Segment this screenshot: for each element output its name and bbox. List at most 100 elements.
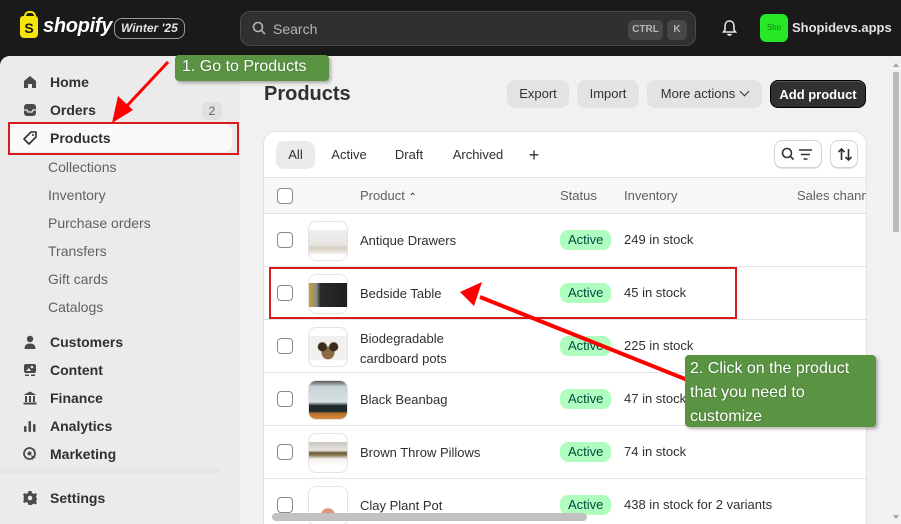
import-button[interactable]: Import bbox=[577, 80, 639, 108]
sidebar-item-finance[interactable]: Finance bbox=[8, 384, 232, 412]
row-checkbox[interactable] bbox=[277, 232, 293, 248]
product-thumbnail bbox=[308, 433, 348, 473]
sidebar-item-marketing[interactable]: Marketing bbox=[8, 440, 232, 468]
sidebar-subitem-catalogs[interactable]: Catalogs bbox=[48, 299, 103, 315]
sidebar-item-label: Customers bbox=[50, 334, 124, 350]
product-name[interactable]: Black Beanbag bbox=[360, 392, 447, 407]
shopify-logo[interactable]: S shopify bbox=[20, 10, 113, 38]
column-header-inventory: Inventory bbox=[624, 188, 678, 203]
select-all-checkbox[interactable] bbox=[277, 188, 293, 204]
content-icon bbox=[24, 364, 36, 376]
sidebar-item-settings[interactable]: Settings bbox=[8, 484, 232, 512]
sort-button[interactable] bbox=[830, 140, 858, 168]
scroll-up-arrow-icon[interactable] bbox=[893, 63, 899, 67]
product-name[interactable]: Antique Drawers bbox=[360, 233, 456, 248]
vertical-scrollbar-thumb[interactable] bbox=[893, 72, 899, 232]
status-badge: Active bbox=[560, 389, 612, 409]
top-bar: S shopify Winter '25 Search CTRL K Sho S… bbox=[0, 0, 901, 56]
sidebar-item-label: Orders bbox=[50, 102, 96, 118]
table-row[interactable]: Brown Throw Pillows Active 74 in stock bbox=[264, 426, 866, 479]
product-name[interactable]: Biodegradable cardboard pots bbox=[360, 329, 447, 369]
inventory-value: 47 in stock bbox=[624, 391, 687, 406]
sidebar-subitem-gift-cards[interactable]: Gift cards bbox=[48, 271, 108, 287]
sidebar-subitem-inventory[interactable]: Inventory bbox=[48, 187, 106, 203]
status-badge: Active bbox=[560, 336, 612, 356]
product-name[interactable]: Clay Plant Pot bbox=[360, 498, 442, 513]
sidebar-item-content[interactable]: Content bbox=[8, 356, 232, 384]
sidebar-item-label: Finance bbox=[50, 390, 103, 406]
shortcut-key-ctrl: CTRL bbox=[628, 20, 663, 40]
edition-badge: Winter '25 bbox=[114, 18, 185, 39]
tab-archived[interactable]: Archived bbox=[444, 141, 512, 169]
home-icon bbox=[24, 76, 36, 88]
status-badge: Active bbox=[560, 495, 612, 515]
column-header-sales-channels: Sales chann bbox=[797, 188, 866, 203]
step-2-callout: 2. Click on the product that you need to… bbox=[685, 355, 876, 427]
add-product-button[interactable]: Add product bbox=[770, 80, 866, 108]
bar-chart-icon bbox=[24, 421, 36, 432]
gear-icon bbox=[23, 491, 37, 505]
sidebar-item-label: Marketing bbox=[50, 446, 117, 462]
tab-draft[interactable]: Draft bbox=[388, 141, 430, 169]
horizontal-scrollbar[interactable] bbox=[272, 513, 587, 521]
store-name[interactable]: Shopidevs.apps bbox=[792, 20, 892, 35]
tab-all[interactable]: All bbox=[276, 141, 315, 169]
shopify-bag-icon: S bbox=[20, 10, 38, 38]
column-header-status: Status bbox=[560, 188, 597, 203]
add-view-button[interactable]: + bbox=[522, 141, 546, 169]
row-checkbox[interactable] bbox=[277, 338, 293, 354]
chevron-down-icon bbox=[739, 86, 750, 97]
orders-count-badge: 2 bbox=[202, 102, 222, 120]
inventory-value: 225 in stock bbox=[624, 338, 694, 353]
search-input[interactable]: Search CTRL K bbox=[240, 11, 696, 46]
more-actions-button[interactable]: More actions bbox=[647, 80, 762, 108]
sidebar-subitem-collections[interactable]: Collections bbox=[48, 159, 116, 175]
store-avatar[interactable]: Sho bbox=[760, 14, 788, 42]
bedside-table-highlight-box bbox=[269, 267, 737, 319]
sidebar-item-label: Settings bbox=[50, 490, 106, 506]
page-title: Products bbox=[264, 83, 351, 105]
products-card: All Active Draft Archived + Product ⌃ St… bbox=[264, 132, 866, 524]
sidebar-item-orders[interactable]: Orders 2 bbox=[8, 96, 232, 124]
sidebar-subitem-transfers[interactable]: Transfers bbox=[48, 243, 107, 259]
sidebar-item-customers[interactable]: Customers bbox=[8, 328, 232, 356]
brand-name: shopify bbox=[43, 15, 113, 37]
tab-active[interactable]: Active bbox=[324, 141, 374, 169]
row-checkbox[interactable] bbox=[277, 497, 293, 513]
callout-line: 2. Click on the product bbox=[690, 360, 850, 377]
row-checkbox[interactable] bbox=[277, 444, 293, 460]
sidebar-item-label: Content bbox=[50, 362, 103, 378]
sidebar-item-analytics[interactable]: Analytics bbox=[8, 412, 232, 440]
sidebar-footer: Settings bbox=[0, 474, 240, 524]
filter-tabs: All Active Draft Archived + bbox=[264, 132, 866, 178]
sort-arrows-icon bbox=[837, 147, 853, 162]
sidebar-subitem-purchase-orders[interactable]: Purchase orders bbox=[48, 215, 151, 231]
export-button[interactable]: Export bbox=[507, 80, 569, 108]
product-thumbnail bbox=[308, 327, 348, 367]
status-badge: Active bbox=[560, 230, 612, 250]
table-header: Product ⌃ Status Inventory Sales chann bbox=[264, 178, 866, 214]
callout-line: that you need to bbox=[690, 384, 805, 401]
search-placeholder: Search bbox=[273, 21, 318, 37]
inbox-icon bbox=[24, 104, 36, 116]
product-name-line: Biodegradable bbox=[360, 331, 444, 346]
products-highlight-box bbox=[8, 122, 239, 155]
person-icon bbox=[24, 335, 36, 349]
inventory-value: 438 in stock for 2 variants bbox=[624, 497, 773, 512]
product-thumbnail bbox=[308, 221, 348, 261]
status-badge: Active bbox=[560, 442, 612, 462]
more-actions-label: More actions bbox=[660, 86, 736, 101]
search-filter-button[interactable] bbox=[774, 140, 822, 168]
bank-icon bbox=[23, 391, 37, 405]
column-header-product[interactable]: Product ⌃ bbox=[360, 188, 417, 203]
search-filter-icon bbox=[781, 147, 812, 161]
sort-icon: ⌃ bbox=[408, 192, 417, 203]
table-row[interactable]: Antique Drawers Active 249 in stock bbox=[264, 214, 866, 267]
column-header-label: Product bbox=[360, 188, 405, 203]
search-icon bbox=[252, 21, 266, 35]
bell-icon[interactable] bbox=[721, 19, 738, 37]
row-checkbox[interactable] bbox=[277, 391, 293, 407]
product-name[interactable]: Brown Throw Pillows bbox=[360, 445, 480, 460]
scroll-down-arrow-icon[interactable] bbox=[893, 515, 899, 519]
callout-line: customize bbox=[690, 408, 763, 425]
